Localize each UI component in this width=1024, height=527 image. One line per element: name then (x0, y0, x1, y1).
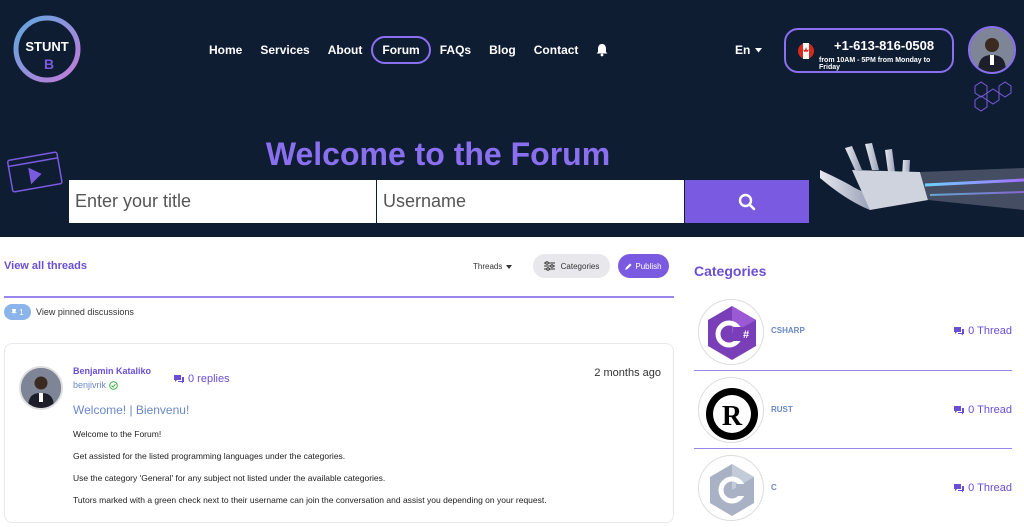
threads-dropdown-label: Threads (473, 262, 503, 271)
nav-about[interactable]: About (319, 37, 372, 63)
language-label: En (735, 43, 751, 57)
pencil-icon (625, 263, 632, 270)
publish-button-label: Publish (635, 261, 662, 271)
hexagon-decoration (974, 81, 1012, 112)
language-selector[interactable]: En (735, 43, 763, 57)
category-name[interactable]: C (771, 483, 777, 492)
thread-replies-count: 0 replies (188, 373, 230, 385)
view-pinned-link[interactable]: View pinned discussions (36, 307, 134, 317)
thread-body-line: Use the category 'General' for any subje… (73, 473, 386, 483)
canada-flag-icon (798, 43, 814, 59)
category-thread-count: 0 Thread (953, 404, 1012, 416)
svg-text:#: # (743, 329, 749, 341)
header: STUNT B Home Services About Forum FAQs B… (0, 0, 1024, 237)
category-count-text: 0 Thread (968, 482, 1012, 494)
category-thread-count: 0 Thread (953, 482, 1012, 494)
publish-button[interactable]: Publish (618, 254, 669, 278)
phone-contact[interactable]: +1-613-816-0508 from 10AM - 5PM from Mon… (784, 28, 954, 73)
category-row-c[interactable]: C 0 Thread (694, 449, 1012, 527)
rust-icon: R (698, 377, 764, 443)
main-nav: Home Services About Forum FAQs Blog Cont… (200, 36, 609, 64)
chevron-down-icon (506, 264, 513, 269)
nav-home[interactable]: Home (200, 37, 251, 63)
categories-heading: Categories (694, 263, 767, 279)
chevron-down-icon (755, 47, 763, 52)
c-language-icon (698, 455, 764, 521)
nav-forum[interactable]: Forum (371, 36, 431, 64)
thread-author[interactable]: Benjamin Kataliko (73, 366, 151, 376)
bell-icon[interactable] (595, 43, 609, 57)
search-button[interactable] (685, 180, 809, 223)
phone-number: +1-613-816-0508 (834, 38, 935, 53)
username-search-input[interactable] (377, 180, 684, 223)
comments-icon (954, 327, 965, 336)
user-avatar[interactable] (968, 26, 1016, 74)
category-count-text: 0 Thread (968, 404, 1012, 416)
category-thread-count: 0 Thread (953, 325, 1012, 337)
category-count-text: 0 Thread (968, 325, 1012, 337)
verified-check-icon (109, 380, 118, 390)
nav-blog[interactable]: Blog (480, 37, 525, 63)
csharp-icon: # (698, 299, 764, 365)
thread-replies[interactable]: 0 replies (173, 373, 230, 385)
sliders-icon (543, 261, 555, 271)
hero-title: Welcome to the Forum (265, 136, 611, 172)
pin-icon (11, 308, 18, 316)
thread-username-text: benjivrik (73, 380, 107, 390)
thread-body-line: Welcome to the Forum! (73, 429, 162, 439)
thread-title[interactable]: Welcome! | Bienvenu! (73, 403, 189, 417)
author-avatar[interactable] (19, 366, 63, 410)
svg-text:STUNT: STUNT (25, 39, 68, 54)
category-name[interactable]: CSHARP (771, 326, 805, 335)
categories-button-label: Categories (560, 261, 600, 271)
robot-hand-decoration (820, 143, 1024, 210)
toolbar-divider (4, 296, 674, 298)
pinned-count-badge[interactable]: 1 (4, 304, 31, 320)
view-all-threads-link[interactable]: View all threads (4, 260, 87, 272)
categories-button[interactable]: Categories (533, 254, 610, 278)
svg-text:B: B (44, 56, 54, 72)
threads-dropdown[interactable]: Threads (473, 262, 513, 271)
comments-icon (174, 375, 184, 384)
title-search-input[interactable] (69, 180, 376, 223)
thread-username[interactable]: benjivrik (73, 380, 118, 390)
office-hours: from 10AM - 5PM from Monday to Friday (819, 57, 931, 71)
thread-date: 2 months ago (594, 367, 661, 379)
nav-faqs[interactable]: FAQs (431, 37, 480, 63)
thread-card[interactable]: Benjamin Kataliko benjivrik 0 replies 2 … (4, 343, 674, 523)
svg-text:R: R (722, 401, 743, 432)
thread-body-line: Tutors marked with a green check next to… (73, 495, 547, 505)
nav-contact[interactable]: Contact (525, 37, 588, 63)
stunt-logo[interactable]: STUNT B (10, 14, 84, 84)
comments-icon (954, 406, 965, 415)
comments-icon (954, 484, 965, 493)
nav-services[interactable]: Services (251, 37, 318, 63)
category-name[interactable]: RUST (771, 405, 793, 414)
category-row-csharp[interactable]: # CSHARP 0 Thread (694, 293, 1012, 371)
search-icon (738, 193, 756, 210)
pinned-count: 1 (19, 307, 24, 317)
thread-body-line: Get assisted for the listed programming … (73, 451, 346, 461)
category-row-rust[interactable]: R RUST 0 Thread (694, 371, 1012, 449)
